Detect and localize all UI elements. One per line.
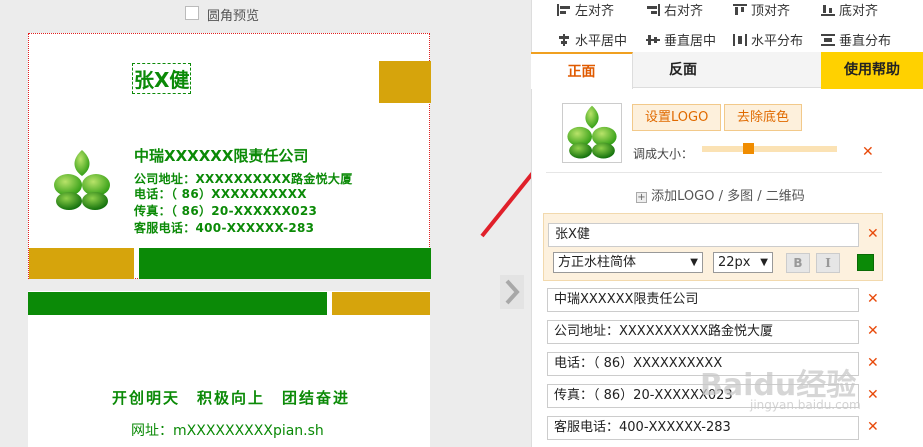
logo-size-label: 调成大小：: [633, 147, 694, 161]
delete-service-icon[interactable]: ✕: [867, 419, 879, 435]
address-input[interactable]: 公司地址：XXXXXXXXXX路金悦大厦: [547, 320, 859, 344]
h-center-label: 水平居中: [575, 34, 628, 49]
tab-back[interactable]: 反面: [633, 52, 733, 89]
font-select[interactable]: 方正水柱简体 ▼: [553, 252, 703, 273]
add-icon: +: [636, 192, 647, 203]
v-distribute-button[interactable]: 垂直分布: [821, 30, 891, 49]
italic-button[interactable]: I: [816, 253, 840, 273]
logo-divider: [546, 172, 882, 173]
logo-thumbnail[interactable]: [562, 103, 622, 163]
card-back[interactable]: 开创明天 积极向上 团结奋进 网址：mXXXXXXXXXpian.sh: [28, 291, 430, 447]
align-left-button[interactable]: 左对齐: [557, 0, 614, 19]
help-button[interactable]: 使用帮助: [821, 52, 923, 89]
name-input[interactable]: 张X健: [548, 223, 859, 247]
watermark-url: jingyan.baidu.com: [750, 398, 861, 412]
back-green-bar: [28, 292, 327, 315]
company-input[interactable]: 中瑞XXXXXX限责任公司: [547, 288, 859, 312]
card-phone-text[interactable]: 电话：（ 86）XXXXXXXXXX: [134, 185, 307, 202]
card-yellow-block: [379, 61, 431, 103]
align-left-label: 左对齐: [575, 4, 615, 19]
add-logo-label: 添加LOGO / 多图 / 二维码: [651, 189, 805, 204]
h-distribute-label: 水平分布: [751, 34, 804, 49]
tab-front[interactable]: 正面: [531, 52, 633, 89]
align-bottom-label: 底对齐: [839, 4, 879, 19]
logo-size-slider-handle[interactable]: [742, 143, 754, 154]
company-logo-icon: [54, 150, 110, 210]
set-logo-button[interactable]: 设置LOGO: [632, 104, 722, 131]
size-select[interactable]: 22px ▼: [713, 252, 773, 273]
align-left-icon: [557, 3, 570, 16]
delete-name-icon[interactable]: ✕: [867, 226, 879, 242]
v-distribute-label: 垂直分布: [839, 34, 892, 49]
align-right-label: 右对齐: [664, 4, 704, 19]
remove-background-button[interactable]: 去除底色: [724, 104, 803, 131]
delete-address-icon[interactable]: ✕: [867, 323, 879, 339]
rounded-preview-label: 圆角预览: [207, 9, 260, 24]
v-center-button[interactable]: 垂直居中: [646, 30, 716, 49]
align-top-button[interactable]: 顶对齐: [733, 0, 790, 19]
card-company-text[interactable]: 中瑞XXXXXX限责任公司: [134, 145, 308, 166]
text-color-swatch[interactable]: [857, 254, 874, 271]
chevron-down-icon: ▼: [690, 257, 698, 268]
size-select-value: 22px: [718, 255, 751, 270]
v-distribute-icon: [821, 33, 835, 46]
remove-logo-icon[interactable]: ✕: [862, 144, 874, 160]
back-slogan-text[interactable]: 开创明天 积极向上 团结奋进: [112, 387, 350, 408]
bold-button[interactable]: B: [786, 253, 810, 273]
align-right-button[interactable]: 右对齐: [646, 0, 703, 19]
delete-company-icon[interactable]: ✕: [867, 291, 879, 307]
back-url-text[interactable]: 网址：mXXXXXXXXXpian.sh: [131, 420, 324, 440]
font-select-value: 方正水柱简体: [558, 255, 637, 270]
h-distribute-icon: [733, 33, 747, 46]
card-service-text[interactable]: 客服电话：400-XXXXXX-283: [134, 219, 314, 236]
h-center-button[interactable]: 水平居中: [557, 30, 627, 49]
v-center-label: 垂直居中: [664, 34, 717, 49]
card-name-text[interactable]: 张X健: [132, 63, 192, 94]
rounded-preview-checkbox[interactable]: [185, 6, 199, 20]
h-distribute-button[interactable]: 水平分布: [733, 30, 803, 49]
logo-size-slider[interactable]: [702, 146, 837, 152]
card-bottom-green-bar: [139, 248, 431, 279]
logo-thumbnail-icon: [567, 105, 617, 159]
align-right-icon: [647, 3, 660, 16]
card-fax-text[interactable]: 传真：（ 86）20-XXXXXX023: [134, 202, 317, 219]
card-front[interactable]: 张X健 中瑞XXXXXX限责任公司 公司地址：XXXXXXXXXX路金悦大厦 电…: [28, 33, 431, 279]
align-bottom-button[interactable]: 底对齐: [821, 0, 878, 19]
card-bottom-yellow-bar: [29, 248, 134, 279]
h-center-icon: [559, 33, 569, 46]
align-bottom-icon: [821, 4, 835, 16]
next-side-chevron-icon[interactable]: [500, 275, 524, 309]
v-center-icon: [646, 34, 660, 45]
editor-stage: 圆角预览 张X健 中瑞XXXXXX限责任公司 公司地址：XXXXXXXXXX路金…: [0, 0, 923, 447]
align-top-icon: [733, 3, 747, 15]
align-top-label: 顶对齐: [751, 4, 791, 19]
chevron-down-icon: ▼: [760, 257, 768, 268]
back-yellow-bar: [332, 292, 430, 315]
add-logo-link[interactable]: + 添加LOGO / 多图 / 二维码: [636, 185, 805, 204]
